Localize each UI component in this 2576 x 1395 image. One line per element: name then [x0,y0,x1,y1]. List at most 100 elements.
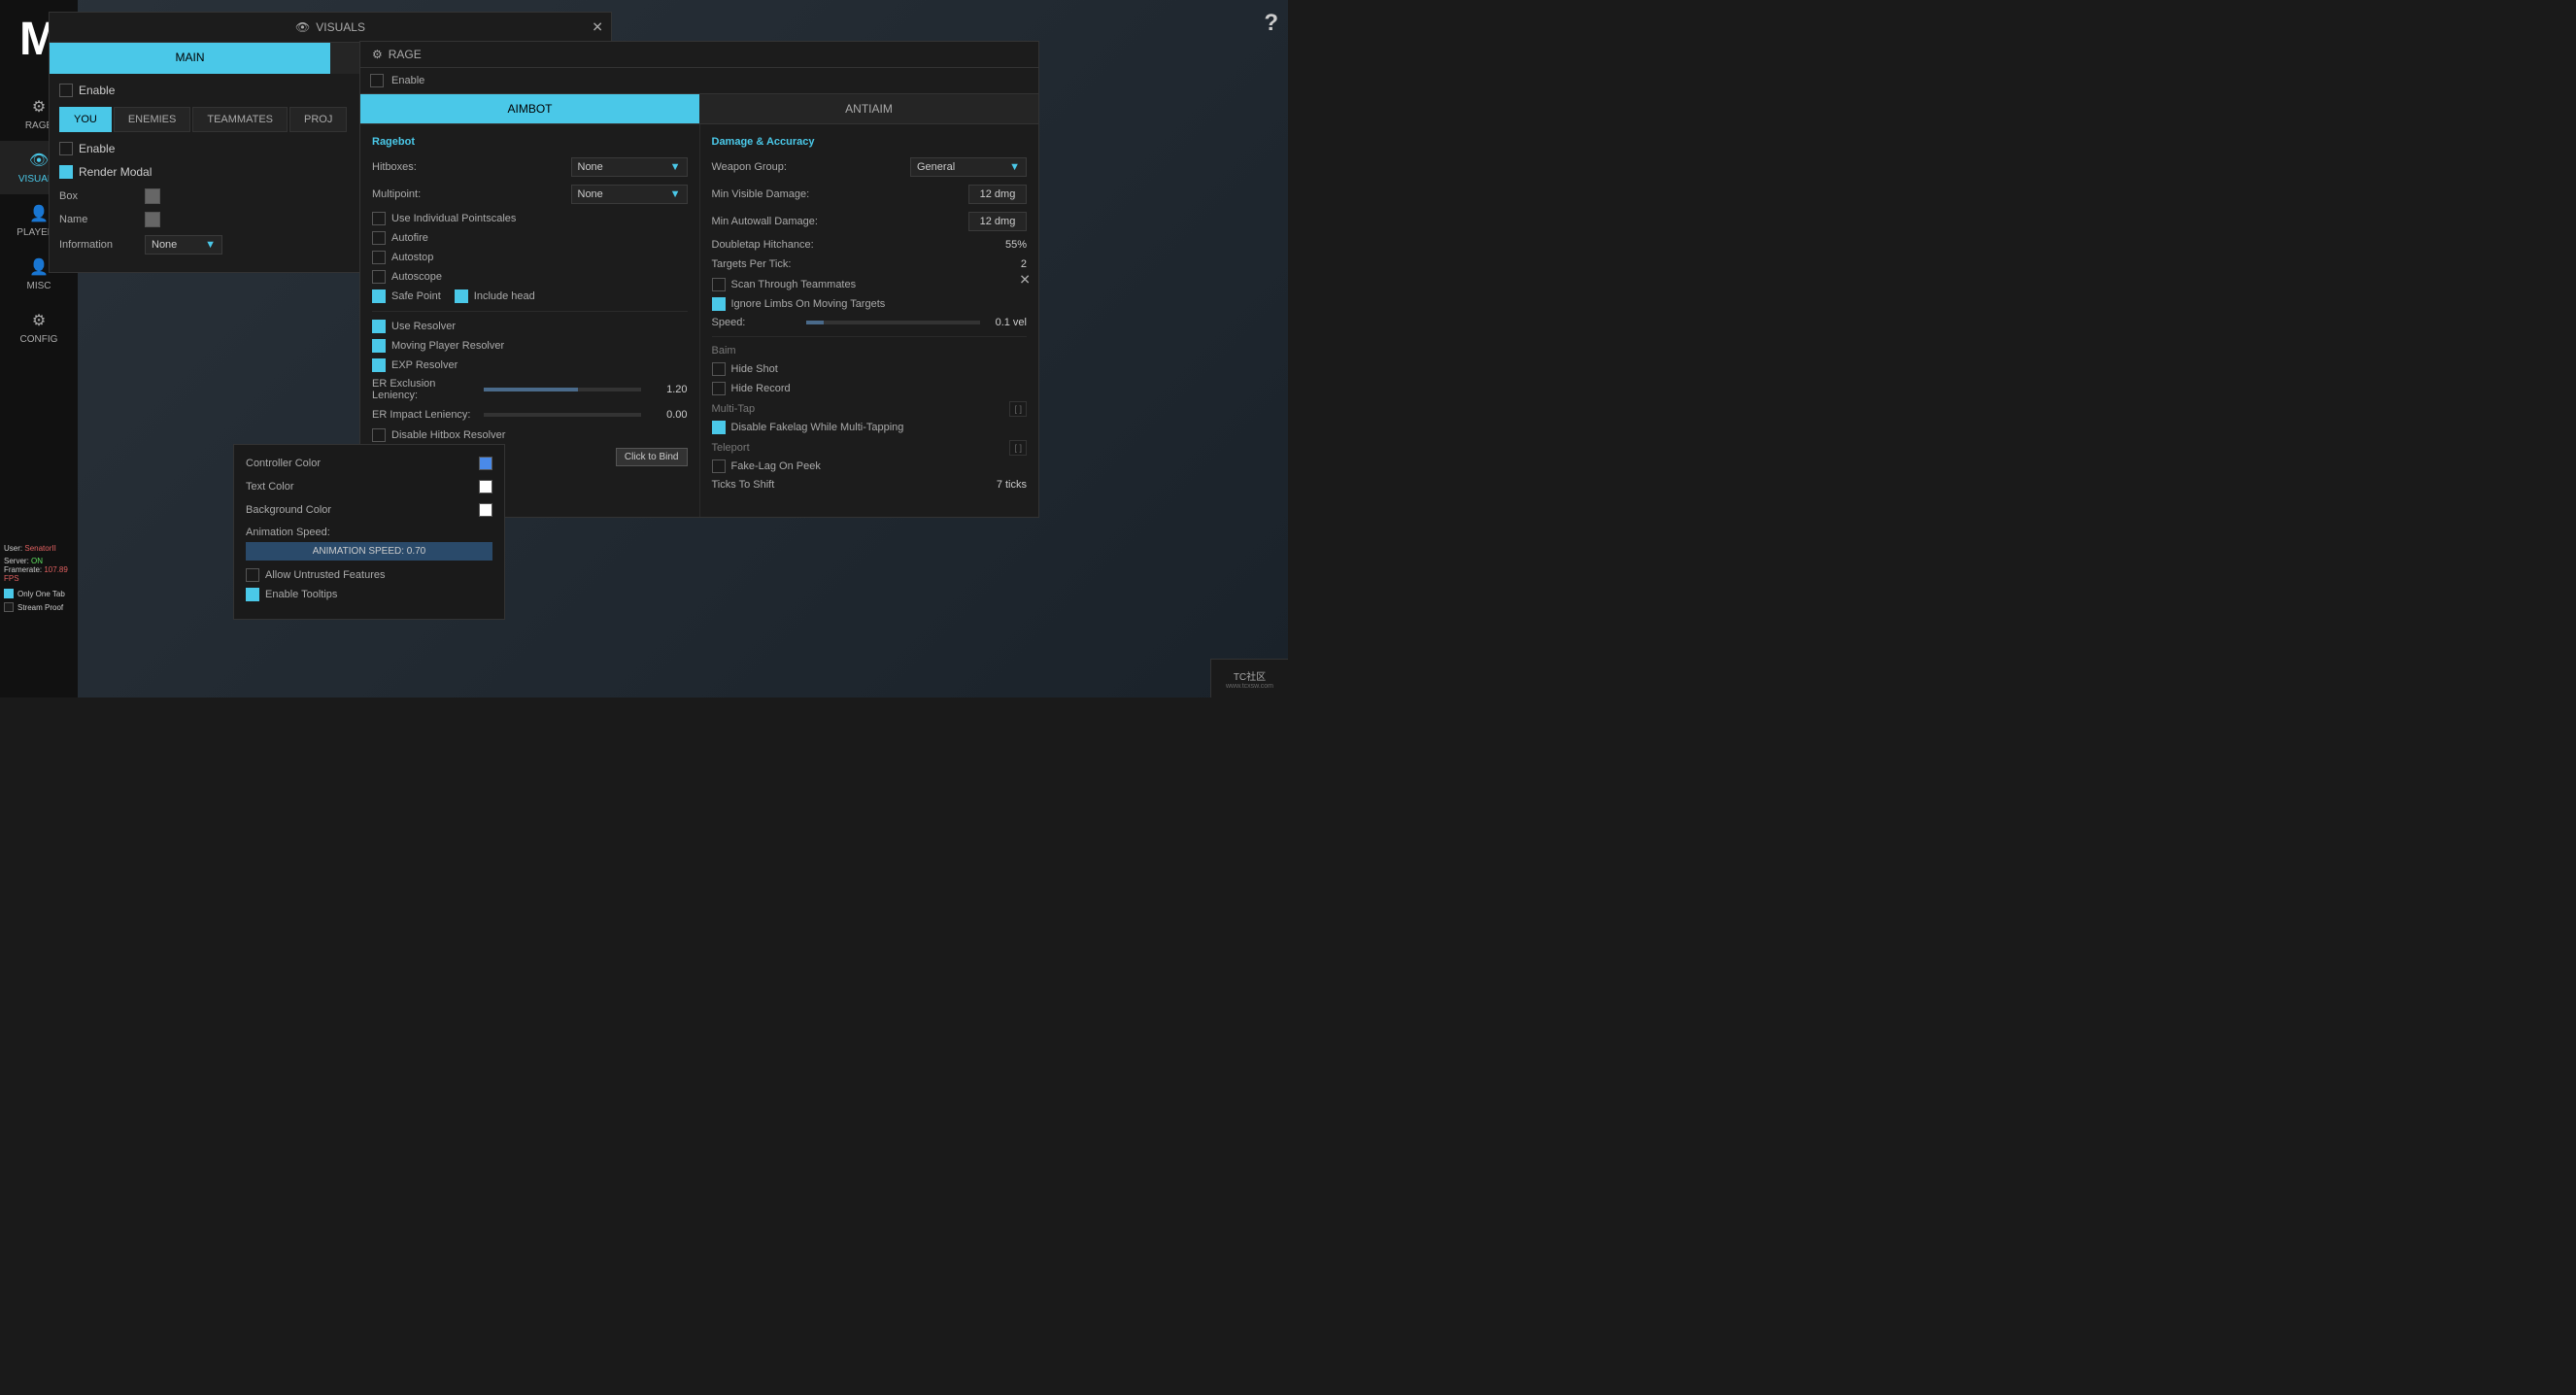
scan-teammates-row: Scan Through Teammates [712,278,1028,291]
bg-color-row: Background Color [246,503,492,517]
autoscope-checkbox[interactable] [372,270,386,284]
name-color-swatch[interactable] [145,212,160,227]
multi-tap-bind[interactable]: [ ] [1009,401,1027,417]
ignore-limbs-checkbox[interactable] [712,297,726,311]
stream-proof-option[interactable]: Stream Proof [4,602,74,612]
visuals-close-button[interactable]: ✕ [592,19,603,36]
stream-proof-label: Stream Proof [17,603,63,612]
box-color-swatch[interactable] [145,188,160,204]
bg-color-swatch[interactable] [479,503,492,517]
damage-section: Damage & Accuracy Weapon Group: General … [700,124,1039,517]
tab-main[interactable]: MAIN [50,43,330,74]
subtab-teammates[interactable]: TEAMMATES [192,107,288,132]
hide-shot-row: Hide Shot [712,362,1028,376]
multipoint-row: Multipoint: None ▼ [372,185,688,204]
animation-speed-display[interactable]: ANIMATION SPEED: 0.70 [246,542,492,561]
hide-shot-checkbox[interactable] [712,362,726,376]
rage-enable-checkbox[interactable] [370,74,384,87]
weapon-group-dropdown[interactable]: General ▼ [910,157,1027,177]
dropdown-arrow-icon: ▼ [205,239,216,251]
only-one-tab-checkbox[interactable] [4,589,14,598]
ragebot-title: Ragebot [372,136,688,148]
exp-resolver-checkbox[interactable] [372,358,386,372]
visuals-enable-label: Enable [79,84,115,97]
controller-color-row: Controller Color [246,457,492,470]
text-color-swatch[interactable] [479,480,492,493]
visuals-enable-checkbox[interactable] [59,84,73,97]
multi-tap-row: Multi-Tap [ ] [712,401,1028,417]
inner-enable-checkbox[interactable] [59,142,73,155]
hide-record-checkbox[interactable] [712,382,726,395]
info-dropdown[interactable]: None ▼ [145,235,222,255]
hitboxes-dropdown[interactable]: None ▼ [571,157,688,177]
text-color-row: Text Color [246,480,492,493]
render-modal-checkbox[interactable] [59,165,73,179]
multipoint-arrow-icon: ▼ [670,188,681,200]
safe-point-checkbox[interactable] [372,289,386,303]
hitboxes-row: Hitboxes: None ▼ [372,157,688,177]
subtab-you[interactable]: YOU [59,107,112,132]
teleport-bind[interactable]: [ ] [1009,440,1027,456]
use-individual-checkbox[interactable] [372,212,386,225]
include-head-checkbox[interactable] [455,289,468,303]
min-visible-input[interactable]: 12 dmg [968,185,1027,204]
ticks-value: 7 ticks [997,479,1027,491]
ignore-limbs-row: Ignore Limbs On Moving Targets [712,297,1028,311]
er-exclusion-slider[interactable] [484,388,640,391]
subtab-enemies[interactable]: ENEMIES [114,107,191,132]
scan-teammates-checkbox[interactable] [712,278,726,291]
tab-antiaim[interactable]: ANTIAIM [699,94,1038,123]
allow-untrusted-checkbox[interactable] [246,568,259,582]
bg-color-label: Background Color [246,504,471,516]
disable-hitbox-row: Disable Hitbox Resolver [372,428,688,442]
targets-per-tick-row: Targets Per Tick: 2 [712,258,1028,270]
controller-color-swatch[interactable] [479,457,492,470]
disable-fakelag-checkbox[interactable] [712,421,726,434]
teleport-row: Teleport [ ] [712,440,1028,456]
autoscope-row: Autoscope [372,270,688,284]
controller-panel: Controller Color Text Color Background C… [233,444,505,620]
watermark: TC社区 www.tcxsw.com [1210,659,1288,698]
divider-1 [372,311,688,312]
speed-slider[interactable] [806,321,980,324]
moving-player-checkbox[interactable] [372,339,386,353]
autofire-checkbox[interactable] [372,231,386,245]
rage-close-button[interactable]: ✕ [1019,271,1031,288]
flip-enemy-bind-button[interactable]: Click to Bind [616,448,688,466]
rage-tabs: AIMBOT ANTIAIM [360,94,1038,124]
damage-title: Damage & Accuracy [712,136,1028,148]
stream-proof-checkbox[interactable] [4,602,14,612]
misc-icon: 👤 [29,257,49,277]
rage-title: ⚙ RAGE [372,48,422,61]
name-label: Name [59,214,137,225]
min-autowall-input[interactable]: 12 dmg [968,212,1027,231]
allow-untrusted-row: Allow Untrusted Features [246,568,492,582]
multipoint-dropdown[interactable]: None ▼ [571,185,688,204]
sidebar-item-config[interactable]: ⚙ CONFIG [0,301,78,355]
enable-tooltips-checkbox[interactable] [246,588,259,601]
weapon-group-row: Weapon Group: General ▼ [712,157,1028,177]
server-status: ON [31,557,43,565]
watermark-url: www.tcxsw.com [1226,683,1273,690]
framerate-info: Framerate: 107.89 FPS [4,565,74,583]
fakelag-peek-checkbox[interactable] [712,459,726,473]
inner-enable-label: Enable [79,142,115,155]
autostop-checkbox[interactable] [372,251,386,264]
rage-icon: ⚙ [32,97,46,117]
ticks-to-shift-row: Ticks To Shift 7 ticks [712,479,1028,491]
doubletap-row: Doubletap Hitchance: 55% [712,239,1028,251]
rage-enable-row: Enable [360,68,1038,94]
er-impact-slider[interactable] [484,413,640,417]
rage-gear-icon: ⚙ [372,48,383,61]
username: SenatorII [24,544,55,553]
only-one-tab-option[interactable]: Only One Tab [4,589,74,598]
subtab-proj[interactable]: PROJ [289,107,347,132]
speed-row: Speed: 0.1 vel [712,317,1028,328]
help-icon[interactable]: ? [1264,10,1278,37]
tab-aimbot[interactable]: AIMBOT [360,94,699,123]
config-icon: ⚙ [32,311,46,330]
autofire-row: Autofire [372,231,688,245]
disable-hitbox-checkbox[interactable] [372,428,386,442]
hitboxes-arrow-icon: ▼ [670,161,681,173]
use-resolver-checkbox[interactable] [372,320,386,333]
